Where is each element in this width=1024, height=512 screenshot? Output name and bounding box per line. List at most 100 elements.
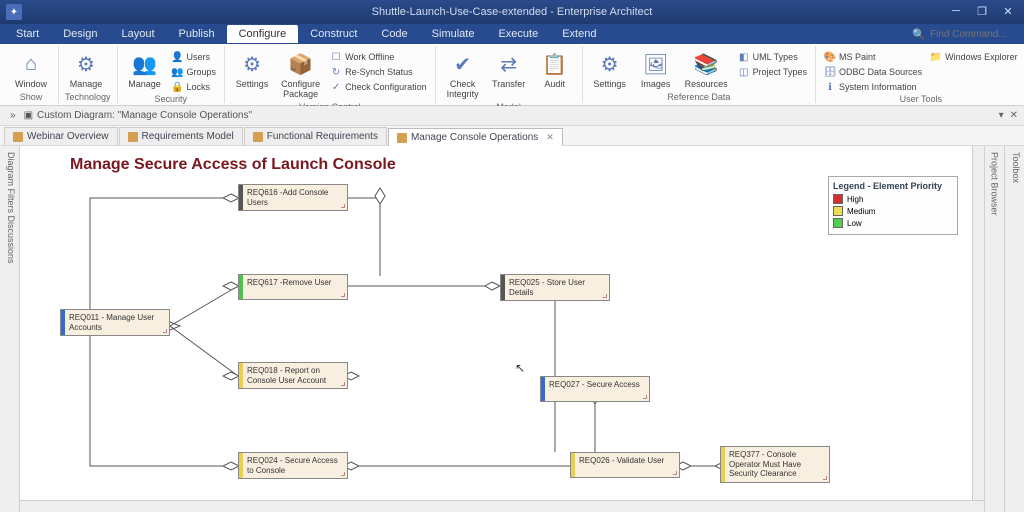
- image-icon: 🖼: [642, 50, 670, 78]
- close-button[interactable]: ✕: [996, 2, 1020, 20]
- tab-icon: [128, 132, 138, 142]
- tab-functional-requirements[interactable]: Functional Requirements: [244, 127, 387, 145]
- home-icon: ⌂: [17, 50, 45, 78]
- menu-simulate[interactable]: Simulate: [420, 25, 487, 43]
- right-sidepane-browser[interactable]: Project Browser: [984, 146, 1004, 512]
- find-command-input[interactable]: [930, 29, 1020, 40]
- group-label-security: Security: [124, 94, 219, 105]
- db-icon: 🗄: [824, 66, 836, 78]
- restore-button[interactable]: ❐: [970, 2, 994, 20]
- menu-start[interactable]: Start: [4, 25, 51, 43]
- project-icon: ◫: [738, 66, 750, 78]
- menu-design[interactable]: Design: [51, 25, 109, 43]
- odbc-button[interactable]: 🗄ODBC Data Sources: [822, 65, 924, 79]
- dropdown-icon[interactable]: ▾: [999, 110, 1004, 121]
- info-icon: ℹ: [824, 81, 836, 93]
- configure-package-button[interactable]: 📦Configure Package: [277, 48, 324, 102]
- audit-icon: 📋: [541, 50, 569, 78]
- gear-icon: ⚙: [72, 50, 100, 78]
- resources-button[interactable]: 📚Resources: [681, 48, 732, 92]
- resources-icon: 📚: [692, 50, 720, 78]
- winexp-button[interactable]: 📁Windows Explorer: [928, 50, 1020, 64]
- group-icon: 👥: [172, 66, 184, 78]
- node-req018[interactable]: REQ018 - Report on Console User Account: [238, 362, 348, 389]
- breadcrumb-text: Custom Diagram: "Manage Console Operatio…: [37, 110, 252, 121]
- menu-execute[interactable]: Execute: [486, 25, 550, 43]
- audit-button[interactable]: 📋Audit: [534, 48, 576, 92]
- horizontal-scrollbar[interactable]: [20, 500, 984, 512]
- tab-requirements-model[interactable]: Requirements Model: [119, 127, 243, 145]
- menu-construct[interactable]: Construct: [298, 25, 369, 43]
- legend-title: Legend - Element Priority: [833, 181, 953, 191]
- menu-configure[interactable]: Configure: [227, 25, 299, 43]
- diagram-title: Manage Secure Access of Launch Console: [70, 156, 396, 174]
- diagram-canvas[interactable]: Manage Secure Access of Launch Console: [20, 146, 984, 512]
- left-sidepane[interactable]: Diagram Filters Discussions: [0, 146, 20, 512]
- tab-manage-console-operations[interactable]: Manage Console Operations✕: [388, 128, 563, 146]
- project-types-button[interactable]: ◫Project Types: [736, 65, 809, 79]
- tab-icon: [397, 133, 407, 143]
- uml-icon: ◧: [738, 51, 750, 63]
- tab-close-icon[interactable]: ✕: [546, 132, 554, 143]
- vertical-scrollbar[interactable]: [972, 146, 984, 500]
- check-config-button[interactable]: ✓Check Configuration: [328, 80, 429, 94]
- paint-icon: 🎨: [824, 51, 836, 63]
- manage-tech-button[interactable]: ⚙Manage: [65, 48, 107, 92]
- settings-icon: ⚙: [238, 50, 266, 78]
- user-icon: 👤: [172, 51, 184, 63]
- check-icon: ✓: [330, 81, 342, 93]
- check-integrity-button[interactable]: ✔Check Integrity: [442, 48, 484, 102]
- integrity-icon: ✔: [449, 50, 477, 78]
- right-sidepane-toolbox[interactable]: Toolbox: [1004, 146, 1024, 512]
- menu-extend[interactable]: Extend: [550, 25, 608, 43]
- lock-icon: 🔒: [172, 81, 184, 93]
- mouse-cursor: ↖: [515, 361, 525, 375]
- tab-icon: [13, 132, 23, 142]
- sync-icon: ↻: [330, 66, 342, 78]
- minimize-button[interactable]: ─: [944, 2, 968, 20]
- tab-webinar-overview[interactable]: Webinar Overview: [4, 127, 118, 145]
- app-icon[interactable]: ✦: [6, 4, 22, 20]
- transfer-button[interactable]: ⇄Transfer: [488, 48, 530, 92]
- node-req377[interactable]: REQ377 - Console Operator Must Have Secu…: [720, 446, 830, 483]
- node-req011[interactable]: REQ011 - Manage User Accounts: [60, 309, 170, 336]
- panel-close-icon[interactable]: ✕: [1010, 110, 1018, 121]
- manage-security-button[interactable]: 👥Manage: [124, 48, 166, 92]
- expand-icon[interactable]: »: [10, 110, 16, 121]
- users-button[interactable]: 👤Users: [170, 50, 219, 64]
- diagram-icon: ▣: [24, 110, 33, 121]
- legend-medium-swatch: [833, 206, 843, 216]
- offline-icon: ☐: [330, 51, 342, 63]
- folder-icon: 📁: [930, 51, 942, 63]
- group-label-usertools: User Tools: [822, 94, 1020, 105]
- settings2-icon: ⚙: [596, 50, 624, 78]
- mspaint-button[interactable]: 🎨MS Paint: [822, 50, 924, 64]
- refdata-settings-button[interactable]: ⚙Settings: [589, 48, 631, 92]
- resynch-button[interactable]: ↻Re-Synch Status: [328, 65, 429, 79]
- tab-icon: [253, 132, 263, 142]
- node-req616[interactable]: REQ616 -Add Console Users: [238, 184, 348, 211]
- images-button[interactable]: 🖼Images: [635, 48, 677, 92]
- legend-low-swatch: [833, 218, 843, 228]
- groups-button[interactable]: 👥Groups: [170, 65, 219, 79]
- uml-types-button[interactable]: ◧UML Types: [736, 50, 809, 64]
- node-req617[interactable]: REQ617 -Remove User: [238, 274, 348, 300]
- window-button[interactable]: ⌂Window: [10, 48, 52, 92]
- sysinfo-button[interactable]: ℹSystem Information: [822, 80, 924, 94]
- legend-high-swatch: [833, 194, 843, 204]
- work-offline-button[interactable]: ☐Work Offline: [328, 50, 429, 64]
- menu-layout[interactable]: Layout: [109, 25, 166, 43]
- group-label-refdata: Reference Data: [589, 92, 809, 103]
- node-req027[interactable]: REQ027 - Secure Access: [540, 376, 650, 402]
- window-title: Shuttle-Launch-Use-Case-extended - Enter…: [372, 6, 653, 18]
- vc-settings-button[interactable]: ⚙Settings: [231, 48, 273, 92]
- menu-code[interactable]: Code: [369, 25, 419, 43]
- node-req025[interactable]: REQ025 - Store User Details: [500, 274, 610, 301]
- locks-button[interactable]: 🔒Locks: [170, 80, 219, 94]
- node-req024[interactable]: REQ024 - Secure Access to Console: [238, 452, 348, 479]
- transfer-icon: ⇄: [495, 50, 523, 78]
- menu-publish[interactable]: Publish: [167, 25, 227, 43]
- node-req026[interactable]: REQ026 - Validate User: [570, 452, 680, 478]
- group-label-technology: Technology: [65, 92, 111, 103]
- legend-box: Legend - Element Priority High Medium Lo…: [828, 176, 958, 235]
